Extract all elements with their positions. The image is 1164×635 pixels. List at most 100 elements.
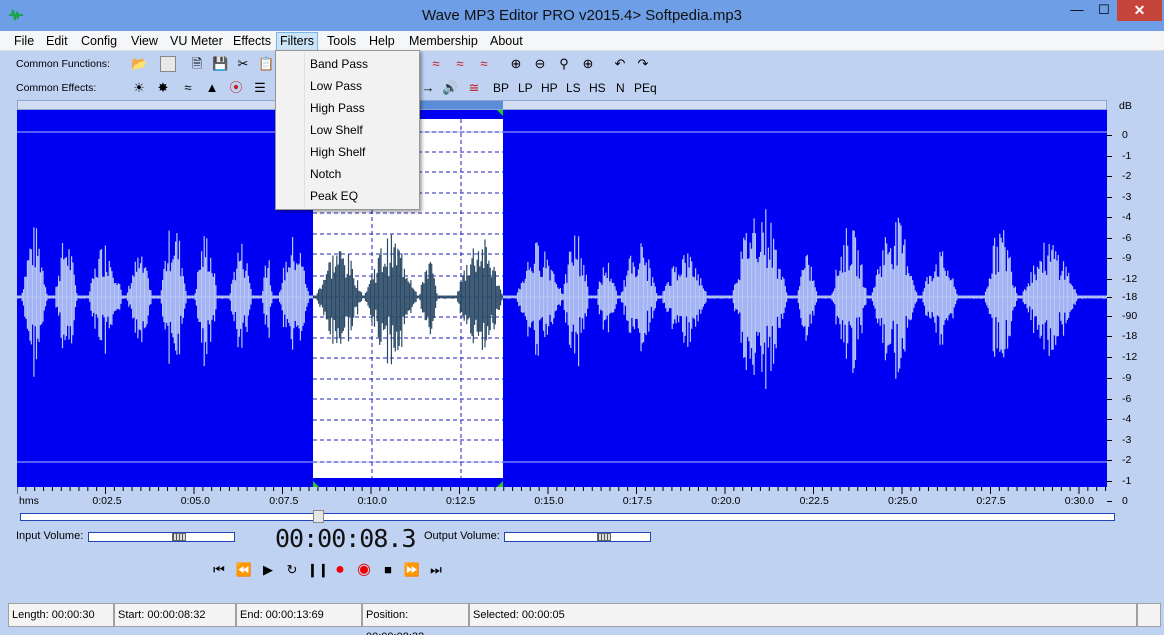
time-tick-label: 0:02.5	[92, 495, 122, 507]
record-ring-icon[interactable]: ◉	[355, 561, 373, 579]
input-volume-label: Input Volume:	[16, 530, 84, 542]
sun-icon[interactable]: ☀	[131, 80, 147, 96]
zoom-in-icon[interactable]: ⊕	[508, 56, 524, 72]
position-slider[interactable]	[20, 513, 1115, 521]
rewind-icon[interactable]: ⏪	[235, 561, 253, 579]
menu-file[interactable]: File	[11, 33, 37, 50]
menu-view[interactable]: View	[128, 33, 161, 50]
status-end: End: 00:00:13:69	[236, 603, 362, 627]
db-tick-mark	[1107, 156, 1112, 157]
copy-icon[interactable]: 📋	[258, 56, 274, 72]
record-icon[interactable]: ●	[331, 561, 349, 579]
menu-item-low-shelf[interactable]: Low Shelf	[278, 119, 417, 141]
filters-dropdown-menu: Band Pass Low Pass High Pass Low Shelf H…	[275, 50, 420, 210]
waveform-canvas[interactable]	[17, 110, 1107, 487]
db-tick-label: -4	[1122, 413, 1132, 425]
wave-red-icon[interactable]: ≈	[428, 56, 444, 72]
minimize-button[interactable]: —	[1063, 0, 1091, 21]
menu-help[interactable]: Help	[366, 33, 398, 50]
filter-n-button[interactable]: N	[616, 80, 625, 96]
noise-icon[interactable]: ≅	[466, 80, 482, 96]
stop-icon[interactable]: ■	[379, 561, 397, 579]
menu-vu-meter[interactable]: VU Meter	[167, 33, 226, 50]
common-effects-label: Common Effects:	[16, 82, 97, 94]
menu-membership[interactable]: Membership	[406, 33, 481, 50]
db-tick-mark	[1107, 399, 1112, 400]
filter-bp-button[interactable]: BP	[493, 80, 509, 96]
loop-icon[interactable]: ↻	[283, 561, 301, 579]
menu-item-notch[interactable]: Notch	[278, 163, 417, 185]
menu-item-high-shelf[interactable]: High Shelf	[278, 141, 417, 163]
time-tick-label: 0:07.5	[269, 495, 299, 507]
close-button[interactable]: ✕	[1117, 0, 1162, 21]
pause-icon[interactable]: ❙❙	[307, 561, 329, 579]
output-volume-thumb[interactable]	[596, 533, 611, 541]
burst-icon[interactable]: ✸	[155, 80, 171, 96]
arrow-right-icon[interactable]: →	[420, 80, 436, 96]
db-tick-mark	[1107, 258, 1112, 259]
output-volume-slider[interactable]	[504, 532, 651, 542]
overview-bar[interactable]	[17, 100, 1107, 110]
db-tick-mark	[1107, 501, 1112, 502]
status-length: Length: 00:00:30	[8, 603, 114, 627]
filter-hs-button[interactable]: HS	[589, 80, 606, 96]
skip-start-icon[interactable]: ⏮	[210, 561, 228, 579]
status-position: Position: 00:00:08:32	[362, 603, 469, 635]
input-volume-thumb[interactable]	[172, 533, 187, 541]
status-start: Start: 00:00:08:32	[114, 603, 236, 627]
time-tick-label: 0:30.0	[1064, 495, 1094, 507]
menu-config[interactable]: Config	[78, 33, 120, 50]
fast-forward-icon[interactable]: ⏩	[403, 561, 421, 579]
time-unit-label: hms	[19, 495, 39, 507]
skip-end-icon[interactable]: ⏭	[427, 561, 445, 579]
play-icon[interactable]: ▶	[259, 561, 277, 579]
normalize-icon[interactable]: ▲	[204, 80, 220, 96]
maximize-button[interactable]: ☐	[1090, 0, 1118, 21]
undo-icon[interactable]: ↶	[612, 56, 628, 72]
db-scale: dB 0 -1 -2 -3 -4 -6 -9 -12 -18 -90 -18 -12 -9 -6 -4 -3 -…	[1107, 98, 1147, 507]
menu-about[interactable]: About	[487, 33, 526, 50]
speaker-wave-icon[interactable]: 🔊	[442, 80, 458, 96]
filter-ls-button[interactable]: LS	[566, 80, 581, 96]
menu-effects[interactable]: Effects	[230, 33, 274, 50]
db-tick-mark	[1107, 316, 1112, 317]
new-file-icon[interactable]: 🗎	[189, 56, 205, 72]
wave-red-3-icon[interactable]: ≈	[476, 56, 492, 72]
timecode-display: 00:00:08.3	[275, 524, 417, 553]
menu-edit[interactable]: Edit	[43, 33, 71, 50]
zoom-out-icon[interactable]: ⊖	[532, 56, 548, 72]
wave-icon[interactable]: ≈	[180, 80, 196, 96]
menu-item-band-pass[interactable]: Band Pass	[278, 53, 417, 75]
filter-peq-button[interactable]: PEq	[634, 80, 657, 96]
cut-icon[interactable]: ✂	[235, 56, 251, 72]
filter-lp-button[interactable]: LP	[518, 80, 533, 96]
db-tick-mark	[1107, 217, 1112, 218]
position-slider-thumb[interactable]	[313, 510, 324, 523]
input-volume-slider[interactable]	[88, 532, 235, 542]
open-folder-icon[interactable]: 📂	[131, 56, 147, 72]
blank-icon[interactable]	[160, 56, 176, 72]
db-tick-label: -18	[1122, 291, 1138, 303]
db-tick-mark	[1107, 440, 1112, 441]
db-tick-mark	[1107, 378, 1112, 379]
zoom-fit-icon[interactable]: ⊕	[580, 56, 596, 72]
menu-item-high-pass[interactable]: High Pass	[278, 97, 417, 119]
menu-tools[interactable]: Tools	[324, 33, 359, 50]
menu-item-low-pass[interactable]: Low Pass	[278, 75, 417, 97]
redo-icon[interactable]: ↷	[635, 56, 651, 72]
title-bar: Wave MP3 Editor PRO v2015.4> Softpedia.m…	[0, 0, 1164, 31]
zoom-icon[interactable]: ⚲	[556, 56, 572, 72]
menu-item-peak-eq[interactable]: Peak EQ	[278, 185, 417, 207]
save-icon[interactable]: 💾	[212, 56, 228, 72]
echo-icon[interactable]: ⦿	[228, 80, 244, 96]
wave-red-2-icon[interactable]: ≈	[452, 56, 468, 72]
waveform-area[interactable]	[17, 110, 1107, 487]
db-tick-mark	[1107, 357, 1112, 358]
menu-filters[interactable]: Filters	[276, 32, 319, 51]
db-tick-label: -12	[1122, 273, 1138, 285]
bars-icon[interactable]: ☰	[252, 80, 268, 96]
filter-hp-button[interactable]: HP	[541, 80, 558, 96]
db-unit-label: dB	[1119, 100, 1132, 112]
db-tick-mark	[1107, 297, 1112, 298]
time-tick-label: 0:17.5	[622, 495, 652, 507]
